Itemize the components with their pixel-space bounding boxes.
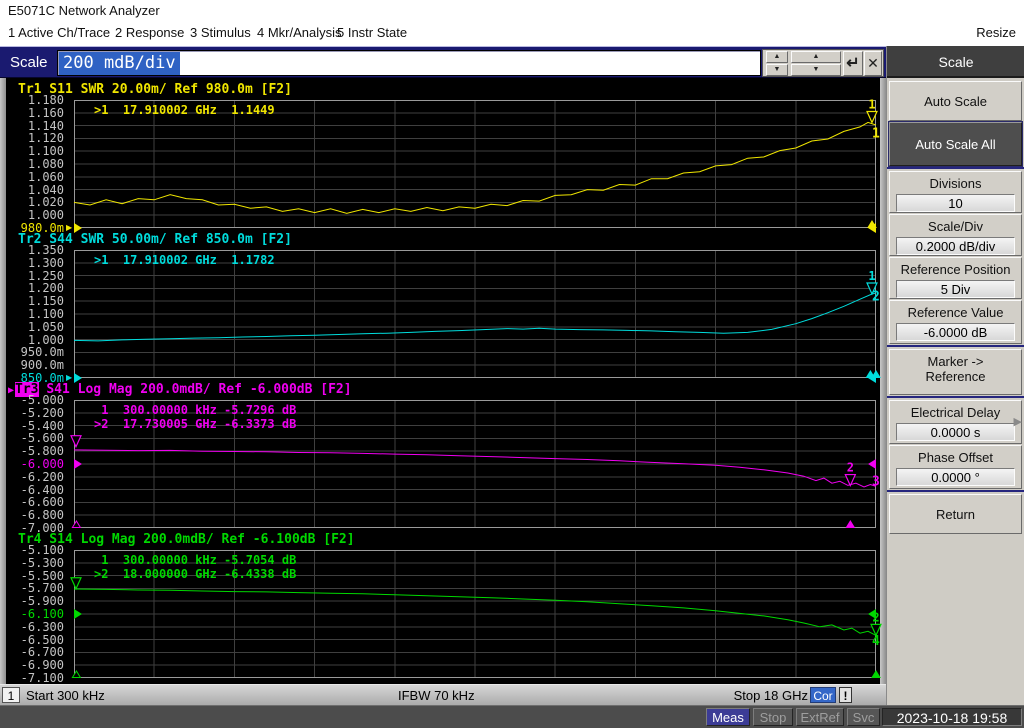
softkey-menu-title: Scale	[887, 46, 1024, 78]
system-chip-meas: Meas	[706, 708, 750, 726]
softkey-reference-position[interactable]: Reference Position 5 Div	[889, 257, 1022, 299]
entry-bar-label: Scale	[10, 54, 48, 71]
softkey-label: Divisions	[929, 176, 982, 191]
softkey-label: Electrical Delay	[910, 405, 1001, 420]
trace-header-text: S14 Log Mag 200.0mdB/ Ref -6.100dB [F2]	[41, 532, 355, 547]
entry-enter-icon[interactable]: ↵	[843, 51, 863, 76]
menu-item-4[interactable]: 4 Mkr/Analysis	[257, 25, 342, 40]
scale-entry-bar: Scale 200 mdB/div ▲ ▼ ▲ ▼ ↵ ✕	[0, 46, 886, 78]
softkey-electrical-delay[interactable]: Electrical Delay 0.0000 s ▶	[889, 400, 1022, 444]
alert-badge: !	[839, 687, 852, 703]
system-status-bar: 2023-10-18 19:58 Meas Stop ExtRef Svc	[0, 705, 1024, 728]
marker-readout: >1 17.910002 GHz 1.1449	[94, 103, 275, 117]
softkey-divisions[interactable]: Divisions 10	[889, 171, 1022, 213]
scale-entry-input[interactable]: 200 mdB/div	[57, 50, 761, 76]
app-title: E5071C Network Analyzer	[8, 3, 160, 18]
softkey-separator	[887, 167, 1024, 169]
softkey-auto-scale-all[interactable]: Auto Scale All	[888, 121, 1023, 167]
entry-close-icon[interactable]: ✕	[864, 51, 882, 76]
softkey-label: Reference Value	[907, 305, 1004, 320]
marker-readout: >2 18.000000 GHz -6.4338 dB	[94, 567, 297, 581]
softkey-reference-value[interactable]: Reference Value -6.0000 dB	[889, 300, 1022, 344]
softkey-value: -6.0000 dB	[896, 323, 1015, 341]
trace-display-area: Tr1 S11 SWR 20.00m/ Ref 980.0m [F2] 1.180…	[0, 78, 886, 685]
stimulus-start-label: Start 300 kHz	[26, 688, 105, 703]
menu-item-2[interactable]: 2 Response	[115, 25, 184, 40]
softkey-auto-scale[interactable]: Auto Scale	[889, 81, 1022, 121]
softkey-phase-offset[interactable]: Phase Offset 0.0000 °	[889, 445, 1022, 489]
marker-readout: 1 300.00000 kHz -5.7296 dB	[94, 403, 297, 417]
trace-number-indicator: 2	[872, 290, 880, 305]
menu-item-3[interactable]: 3 Stimulus	[190, 25, 251, 40]
spin-down-large-icon[interactable]: ▼	[791, 64, 841, 76]
softkey-separator	[887, 490, 1024, 492]
spin-down-small-icon[interactable]: ▼	[766, 64, 788, 76]
softkey-value: 0.2000 dB/div	[896, 237, 1015, 255]
spin-up-large-icon[interactable]: ▲	[791, 51, 841, 63]
svg-text:1: 1	[868, 97, 875, 111]
softkey-value: 0.0000 °	[896, 468, 1015, 486]
softkey-menu: Scale Auto Scale Auto Scale All Divisions 1…	[886, 46, 1024, 705]
submenu-arrow-icon: ▶	[1013, 416, 1022, 428]
trace-header-text: S44 SWR 50.00m/ Ref 850.0m [F2]	[41, 232, 292, 247]
menu-item-1[interactable]: 1 Active Ch/Trace	[8, 25, 110, 40]
resize-button[interactable]: Resize	[976, 25, 1016, 40]
trace-plot-Tr1: 11	[73, 97, 880, 233]
scale-entry-value[interactable]: 200 mdB/div	[59, 52, 180, 75]
softkey-value: 0.0000 s	[896, 423, 1015, 441]
entry-controls: ▲ ▼ ▲ ▼ ↵ ✕	[762, 49, 884, 77]
marker-readout: >1 17.910002 GHz 1.1782	[94, 253, 275, 267]
trace-header-text: S11 SWR 20.00m/ Ref 980.0m [F2]	[41, 82, 292, 97]
softkey-value: 10	[896, 194, 1015, 212]
trace-number-indicator: 1	[872, 126, 880, 141]
window-title-bar: E5071C Network Analyzer	[0, 0, 1024, 20]
softkey-label: Phase Offset	[918, 450, 993, 465]
softkey-label: Reference Position	[900, 262, 1011, 277]
channel-number-badge: 1	[2, 687, 20, 703]
softkey-separator	[887, 396, 1024, 398]
menu-item-5[interactable]: 5 Instr State	[337, 25, 407, 40]
trace-number-indicator: 3	[872, 474, 880, 489]
correction-status-badge: Cor	[810, 687, 836, 703]
ifbw-label: IFBW 70 kHz	[398, 688, 475, 703]
softkey-value: 5 Div	[896, 280, 1015, 298]
system-chip-extref: ExtRef	[796, 708, 844, 726]
softkey-separator	[887, 345, 1024, 347]
marker-readout: >2 17.730005 GHz -6.3373 dB	[94, 417, 297, 431]
softkey-label: Scale/Div	[928, 219, 983, 234]
trace-header-text: S41 Log Mag 200.0mdB/ Ref -6.000dB [F2]	[38, 382, 352, 397]
svg-text:2: 2	[847, 461, 854, 475]
instrument-screen: E5071C Network Analyzer Resize 1 Active …	[0, 0, 1024, 728]
system-chip-svc: Svc	[847, 708, 880, 726]
svg-text:2: 2	[872, 610, 879, 624]
trace-plot-Tr2: 12	[73, 250, 881, 383]
softkey-label: Auto Scale All	[915, 137, 996, 152]
trace-number-indicator: 4	[872, 634, 880, 649]
softkey-scale-div[interactable]: Scale/Div 0.2000 dB/div	[889, 214, 1022, 256]
softkey-marker[interactable]: Marker -> Reference	[889, 349, 1022, 395]
system-chip-stop: Stop	[753, 708, 793, 726]
softkey-label: Return	[935, 507, 976, 522]
y-tick-label: -7.100	[20, 671, 64, 685]
softkey-return[interactable]: Return	[889, 494, 1022, 534]
channel-status-bar: 1 Start 300 kHz IFBW 70 kHz Stop 18 GHz …	[0, 684, 886, 705]
spin-up-small-icon[interactable]: ▲	[766, 51, 788, 63]
softkey-label: Marker ->	[927, 354, 984, 369]
marker-readout: 1 300.00000 kHz -5.7054 dB	[94, 553, 297, 567]
softkey-label: Auto Scale	[924, 94, 987, 109]
menu-bar: Resize 1 Active Ch/Trace 2 Response 3 Stim…	[0, 20, 1024, 46]
softkey-label-line2: Reference	[925, 369, 986, 384]
datetime-display: 2023-10-18 19:58	[882, 708, 1022, 726]
stimulus-stop-label: Stop 18 GHz	[733, 688, 808, 703]
svg-text:1: 1	[868, 269, 875, 283]
